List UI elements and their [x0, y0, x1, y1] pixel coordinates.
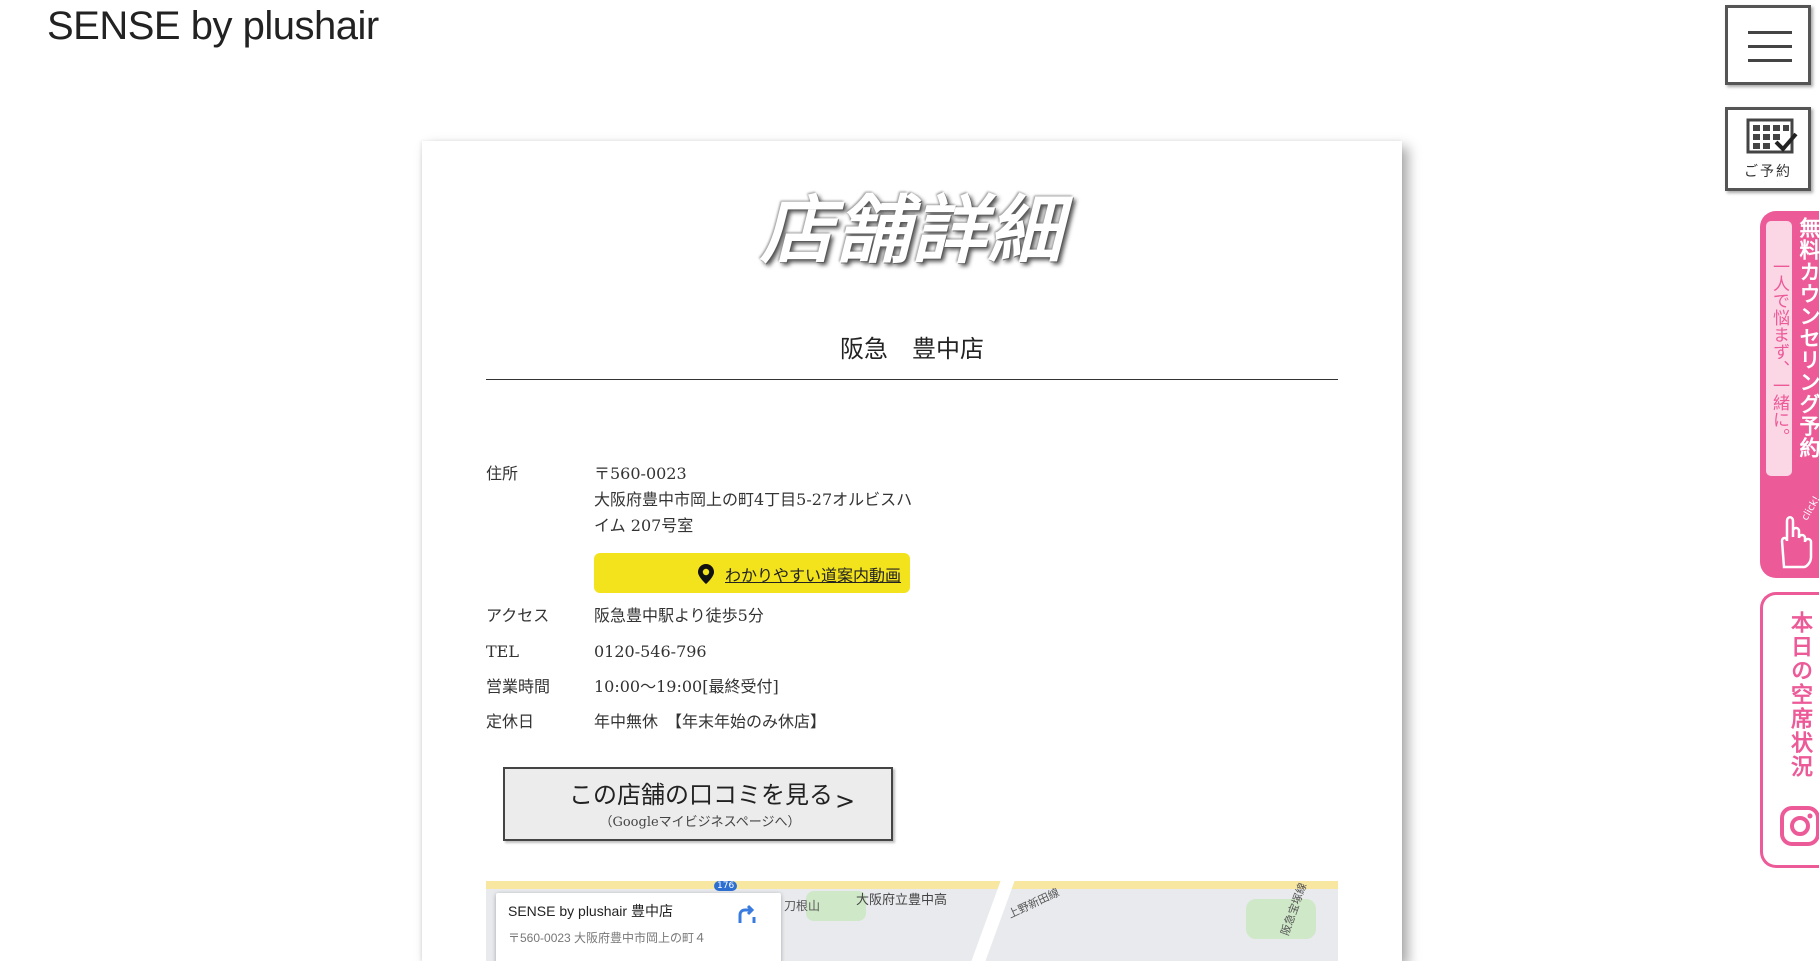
postal-code: 〒560-0023	[594, 464, 687, 483]
reviews-button-label: この店舗の口コミを見る	[569, 781, 833, 809]
site-logo[interactable]: SENSE by plushair	[47, 4, 379, 49]
map-road	[486, 881, 1338, 889]
map-label-road: 上野新田線	[1006, 885, 1062, 921]
directions-video-button[interactable]: わかりやすい道案内動画	[594, 553, 910, 593]
map-route-badge: 176	[714, 881, 738, 891]
tel-value[interactable]: 0120-546-796	[594, 639, 914, 665]
counseling-subtext: 一人で悩まず、一緒に。	[1766, 221, 1792, 476]
directions-video-label: わかりやすい道案内動画	[725, 566, 902, 585]
directions-icon[interactable]	[736, 903, 758, 925]
page-title: 店舗詳細	[760, 188, 1064, 274]
holiday-label: 定休日	[486, 712, 535, 731]
access-label: アクセス	[486, 606, 550, 625]
map-place-title: SENSE by plushair 豊中店	[508, 903, 673, 919]
store-name: 阪急 豊中店	[840, 335, 984, 363]
hours-label: 営業時間	[486, 677, 551, 696]
map-pin-icon	[698, 564, 714, 584]
chevron-right-icon: >	[835, 787, 856, 815]
store-detail-card: 店舗詳細 阪急 豊中店 住所 〒560-0023 大阪府豊中市岡上の町4丁目5-…	[422, 141, 1402, 961]
menu-icon-bar	[1748, 31, 1792, 34]
map-label-school: 大阪府立豊中高	[856, 893, 948, 908]
map-road	[971, 881, 1015, 961]
map-place-address: 〒560-0023 大阪府豊中市岡上の町４	[508, 931, 707, 945]
divider	[486, 379, 1338, 380]
holiday-value: 年中無休 【年末年始のみ休店】	[594, 712, 827, 731]
hamburger-menu-button[interactable]	[1725, 5, 1811, 85]
google-map[interactable]: 大阪府立豊中高 刀根山 上野新田線 阪急宝塚線 176 SENSE by plu…	[486, 881, 1338, 961]
reserve-label: ご予約	[1744, 164, 1792, 180]
free-counseling-tab[interactable]: 一人で悩まず、一緒に。 無料カウンセリング予約 click!	[1760, 211, 1819, 578]
access-value: 阪急豊中駅より徒歩5分	[594, 606, 764, 625]
vacancy-status-tab[interactable]: 本日の空席状況	[1760, 592, 1819, 868]
vacancy-label: 本日の空席状況	[1787, 611, 1812, 779]
map-place-card[interactable]: SENSE by plushair 豊中店 〒560-0023 大阪府豊中市岡上…	[496, 893, 781, 961]
map-label-area: 刀根山	[784, 899, 821, 913]
address-label: 住所	[486, 464, 519, 483]
menu-icon-bar	[1748, 45, 1792, 48]
hours-value: 10:00〜19:00[最終受付]	[594, 677, 779, 696]
address-value: 大阪府豊中市岡上の町4丁目5-27オルビスハイム 207号室	[594, 490, 913, 535]
menu-icon-bar	[1748, 59, 1792, 62]
google-reviews-button[interactable]: この店舗の口コミを見る （Googleマイビジネスページへ） >	[503, 767, 893, 841]
reserve-button[interactable]: ご予約	[1725, 107, 1811, 191]
instagram-icon	[1780, 806, 1819, 846]
calendar-check-icon	[1746, 118, 1798, 154]
counseling-title: 無料カウンセリング予約	[1797, 217, 1819, 459]
tel-label: TEL	[486, 642, 519, 661]
